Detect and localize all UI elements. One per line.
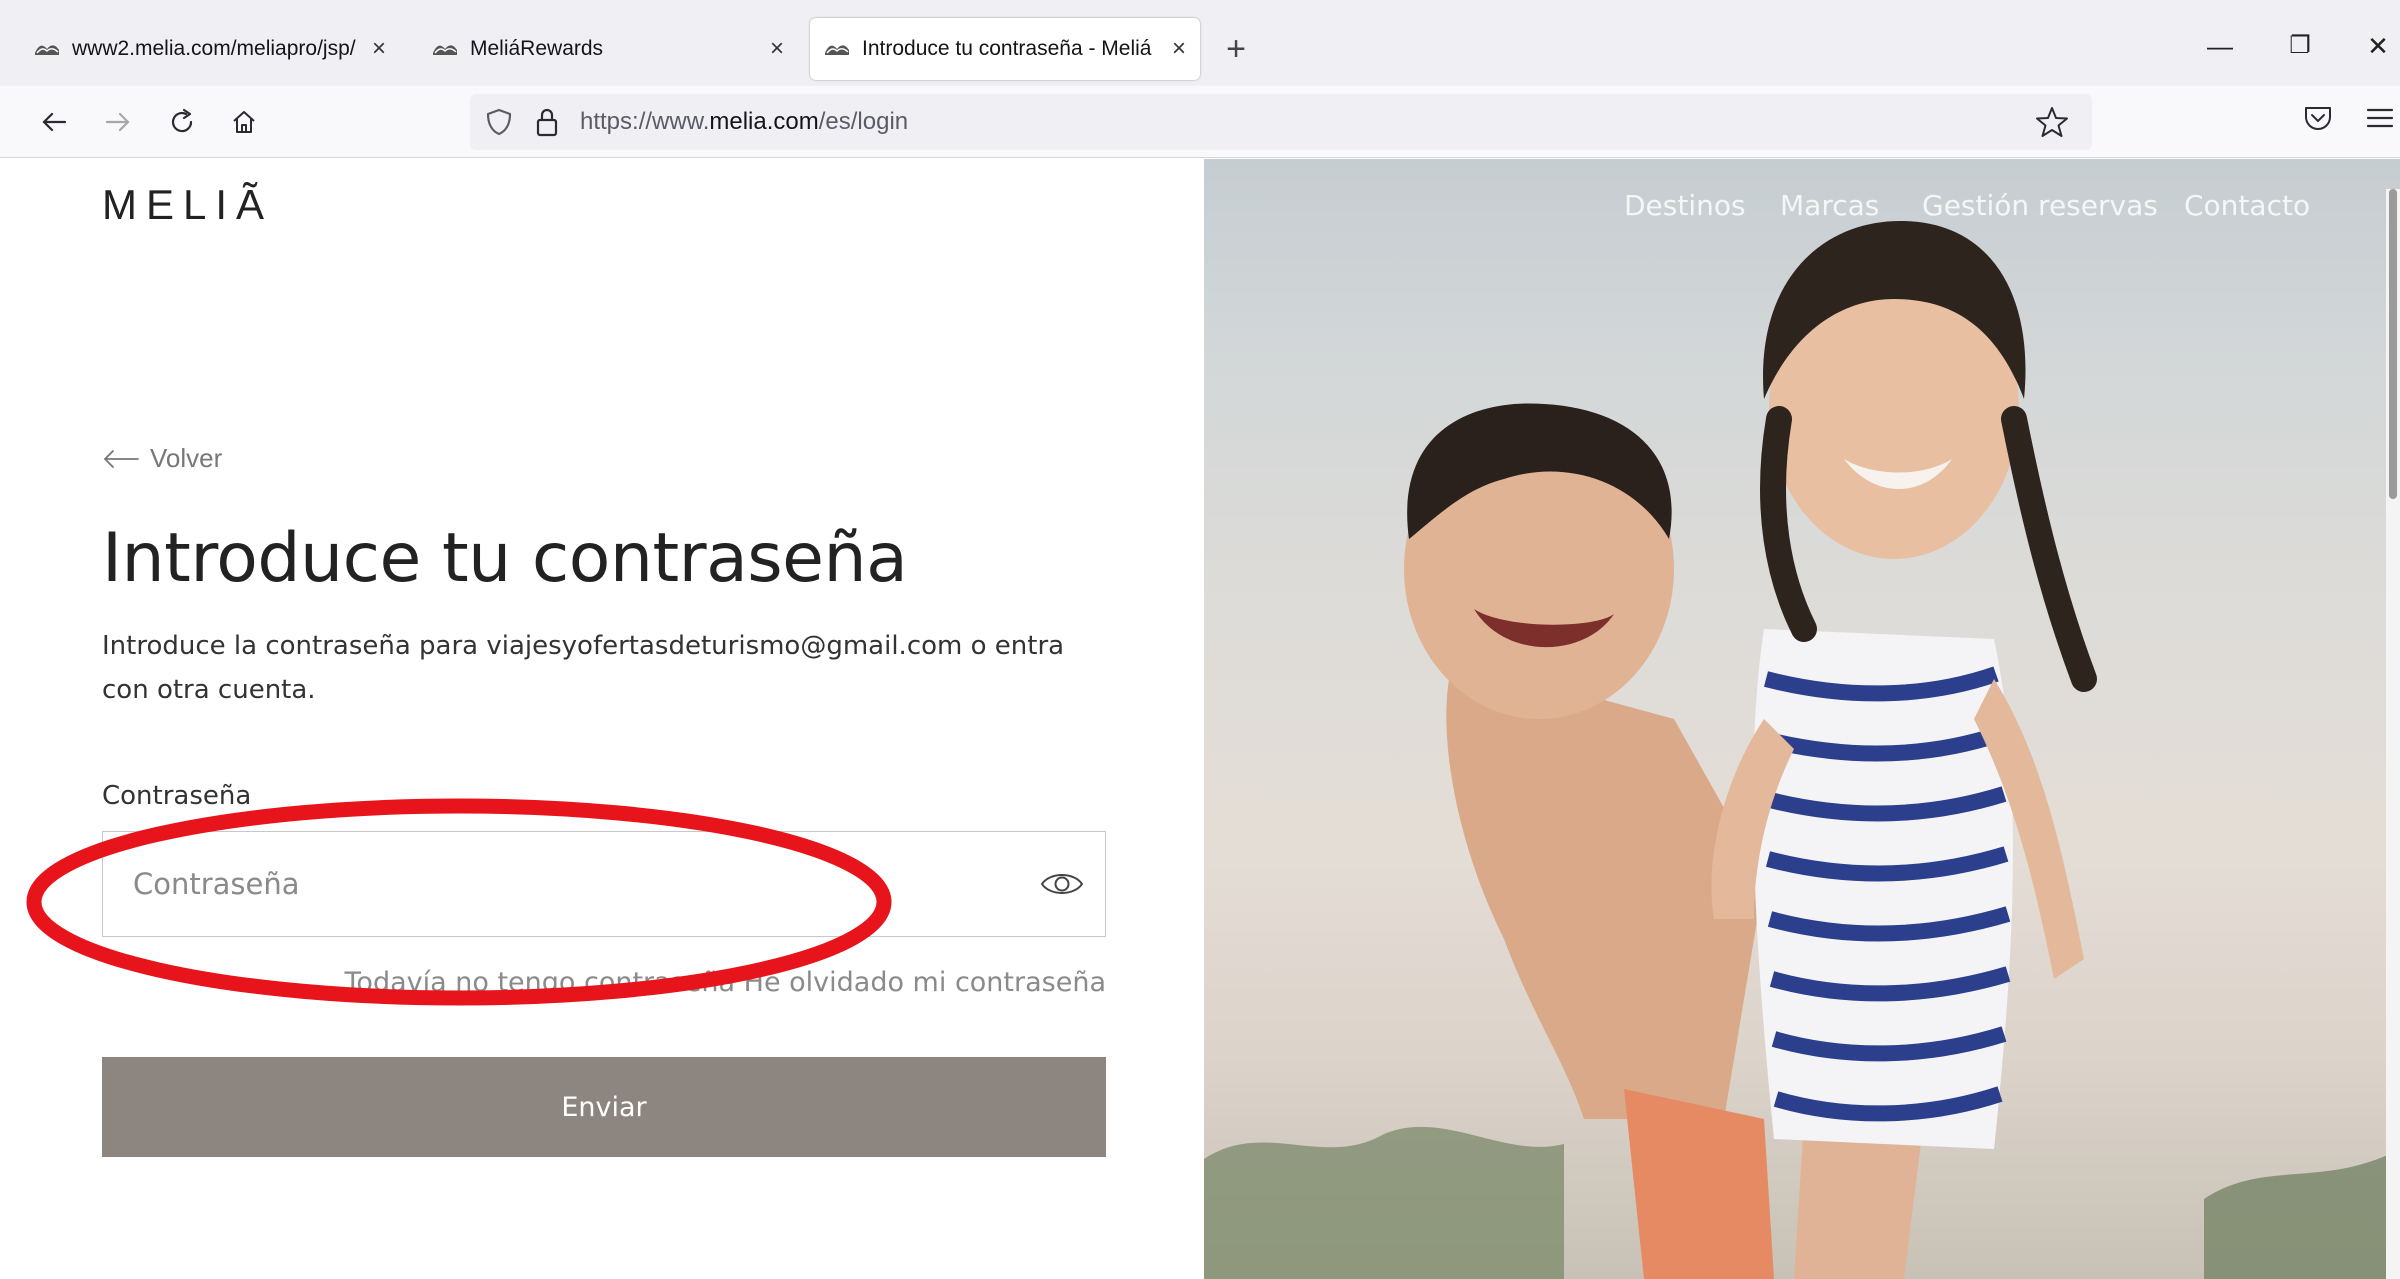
- children-photo: [1204, 220, 2400, 1279]
- site-top-nav: Destinos Marcas Gestión reservas Contact…: [1204, 189, 2324, 229]
- new-tab-button[interactable]: +: [1216, 26, 1256, 72]
- nav-gestion-reservas[interactable]: Gestión reservas: [1922, 189, 2158, 222]
- lock-icon[interactable]: [532, 106, 562, 138]
- tab-title: Introduce tu contraseña - Meliá: [862, 37, 1152, 60]
- password-field-wrapper: [102, 831, 1106, 937]
- login-panel: MELIÃ Volver Introduce tu contraseña Int…: [0, 159, 1204, 1279]
- nav-destinos[interactable]: Destinos: [1624, 189, 1746, 222]
- tab-title: MeliáRewards: [470, 37, 604, 60]
- window-close-button[interactable]: ✕: [2358, 26, 2398, 66]
- arrow-left-icon: [103, 449, 139, 468]
- url-text[interactable]: https://www.melia.com/es/login: [580, 108, 908, 136]
- back-button[interactable]: [30, 98, 78, 146]
- tab-meliarewards[interactable]: MeliáRewards ×: [418, 18, 798, 80]
- no-password-link[interactable]: Todavía no tengo contraseña: [345, 967, 736, 998]
- url-bar[interactable]: https://www.melia.com/es/login: [470, 94, 2092, 150]
- password-input[interactable]: [103, 832, 1023, 935]
- melia-favicon: [433, 45, 457, 55]
- back-link-label: Volver: [150, 443, 223, 473]
- star-icon[interactable]: [2034, 104, 2070, 140]
- eye-icon[interactable]: [1039, 866, 1085, 902]
- forward-button[interactable]: [94, 98, 142, 146]
- tab-close-icon[interactable]: ×: [364, 35, 394, 63]
- submit-button[interactable]: Enviar: [102, 1057, 1106, 1157]
- back-arrow-icon: [42, 112, 67, 132]
- home-icon: [233, 111, 255, 133]
- scrollbar-thumb[interactable]: [2389, 189, 2397, 499]
- page-description: Introduce la contraseña para viajesyofer…: [102, 631, 1065, 705]
- password-label: Contraseña: [102, 781, 252, 811]
- melia-favicon: [35, 45, 59, 55]
- url-path: /es/login: [818, 108, 909, 135]
- melia-logo[interactable]: MELIÃ: [102, 181, 273, 229]
- browser-nav-bar: https://www.melia.com/es/login: [0, 86, 2400, 158]
- home-button[interactable]: [220, 98, 268, 146]
- browser-tab-bar: www2.melia.com/meliapro/jsp/ × MeliáRewa…: [0, 0, 2400, 86]
- nav-contacto[interactable]: Contacto: [2184, 189, 2310, 222]
- tab-meliapro[interactable]: www2.melia.com/meliapro/jsp/ ×: [20, 18, 400, 80]
- forgot-password-link[interactable]: He olvidado mi contraseña: [744, 967, 1106, 998]
- url-prefix: https://www.: [580, 108, 710, 135]
- back-link[interactable]: Volver: [102, 443, 222, 474]
- pocket-icon[interactable]: [2300, 100, 2336, 136]
- url-host: melia.com: [709, 108, 819, 135]
- minimize-button[interactable]: —: [2200, 26, 2240, 66]
- menu-icon[interactable]: [2362, 100, 2398, 136]
- page-content: MELIÃ Volver Introduce tu contraseña Int…: [0, 159, 2400, 1279]
- nav-marcas[interactable]: Marcas: [1780, 189, 1879, 222]
- shield-icon[interactable]: [484, 107, 514, 137]
- page-title: Introduce tu contraseña: [102, 519, 908, 598]
- melia-favicon: [825, 45, 849, 55]
- reload-icon: [171, 108, 193, 133]
- reload-button[interactable]: [158, 98, 206, 146]
- forward-arrow-icon: [105, 112, 130, 132]
- links-separator: [735, 967, 744, 998]
- restore-button[interactable]: ❐: [2280, 26, 2320, 66]
- hero-image: [1204, 159, 2400, 1279]
- tab-title: www2.melia.com/meliapro/jsp/: [72, 37, 356, 60]
- tab-close-icon[interactable]: ×: [1164, 35, 1194, 63]
- tab-close-icon[interactable]: ×: [762, 35, 792, 63]
- tab-login-active[interactable]: Introduce tu contraseña - Meliá ×: [810, 18, 1200, 80]
- password-links: Todavía no tengo contraseña He olvidado …: [102, 967, 1106, 998]
